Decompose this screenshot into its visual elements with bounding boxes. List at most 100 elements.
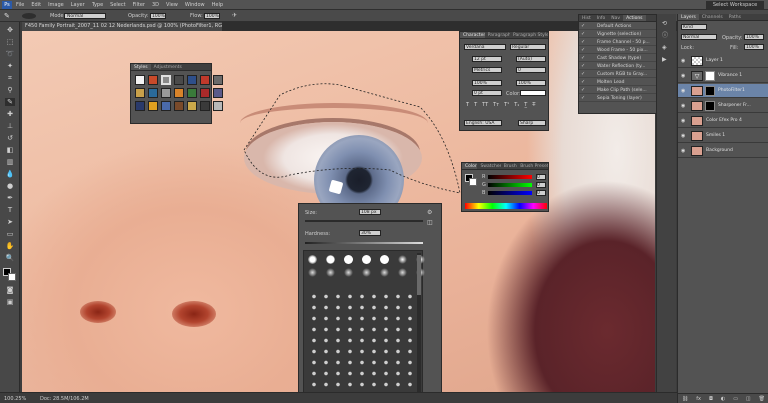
layer-row[interactable]: ◉ PhotoFilter1: [678, 84, 768, 98]
style-swatch[interactable]: [200, 88, 210, 98]
shape-tool-icon[interactable]: ▭: [5, 230, 15, 238]
quick-mask-icon[interactable]: ◙: [5, 286, 15, 294]
style-swatch[interactable]: [135, 101, 145, 111]
brush-preset[interactable]: [326, 255, 335, 264]
scrollbar-thumb[interactable]: [417, 255, 421, 295]
style-swatch[interactable]: [174, 101, 184, 111]
hand-tool-icon[interactable]: ✋: [5, 242, 15, 250]
style-swatch[interactable]: [200, 75, 210, 85]
fill-field[interactable]: 100%: [744, 44, 764, 50]
style-swatch[interactable]: [148, 88, 158, 98]
brush-preset-grid-more[interactable]: [308, 291, 416, 395]
layer-mask[interactable]: [705, 86, 715, 96]
checkmark-icon[interactable]: ✓: [581, 80, 586, 85]
font-size-field[interactable]: 12 pt: [472, 56, 502, 62]
antialias-select[interactable]: Sharp: [518, 120, 546, 126]
brush-size-field[interactable]: 108 px: [359, 209, 381, 215]
tab-info[interactable]: Info: [594, 15, 609, 21]
checkmark-icon[interactable]: ✓: [581, 56, 586, 61]
info-panel-icon[interactable]: ⓘ: [662, 32, 672, 40]
color-ramp[interactable]: [465, 203, 547, 209]
mode-select[interactable]: Normal: [64, 13, 106, 19]
menu-window[interactable]: Window: [185, 2, 205, 8]
checkmark-icon[interactable]: ✓: [581, 32, 586, 37]
red-slider[interactable]: [488, 175, 532, 179]
list-item[interactable]: ✓ Vignette (selection): [579, 31, 657, 38]
style-swatch[interactable]: [174, 75, 184, 85]
checkmark-icon[interactable]: ✓: [581, 48, 586, 53]
actions-panel-icon[interactable]: ▶: [662, 56, 672, 64]
brush-tool-icon[interactable]: ✎: [4, 12, 14, 20]
layer-row[interactable]: ◉ Color Efex Pro 4: [678, 114, 768, 128]
group-icon[interactable]: ▭: [733, 396, 738, 402]
gradient-tool-icon[interactable]: ▥: [5, 158, 15, 166]
tab-brush[interactable]: Brush: [501, 163, 517, 169]
new-layer-icon[interactable]: ◫: [746, 396, 751, 402]
tracking-field[interactable]: 0: [516, 67, 546, 73]
menu-help[interactable]: Help: [212, 2, 223, 8]
baseline-field[interactable]: 0 pt: [472, 90, 502, 96]
tab-paths[interactable]: Paths: [726, 14, 744, 20]
tab-actions[interactable]: Actions: [623, 15, 646, 21]
scrollbar[interactable]: [417, 253, 421, 397]
brush-preset[interactable]: [362, 255, 371, 264]
hardness-slider[interactable]: [305, 242, 423, 244]
new-preset-icon[interactable]: ◫: [427, 219, 435, 227]
tab-history[interactable]: Hist: [579, 15, 594, 21]
checkmark-icon[interactable]: ✓: [581, 40, 586, 45]
blend-mode-select[interactable]: Normal: [681, 34, 717, 40]
style-swatch[interactable]: [148, 101, 158, 111]
style-swatch[interactable]: [161, 75, 171, 85]
style-swatch[interactable]: [213, 75, 223, 85]
opacity-field[interactable]: 100%: [150, 13, 166, 19]
small-caps-icon[interactable]: Tт: [493, 102, 499, 108]
layer-row[interactable]: ◉ ▽ Vibrance 1: [678, 69, 768, 83]
airbrush-icon[interactable]: ✈: [232, 12, 240, 20]
green-field[interactable]: 0: [536, 182, 546, 188]
brush-preset[interactable]: [380, 255, 389, 264]
superscript-icon[interactable]: T¹: [504, 102, 509, 108]
style-swatch[interactable]: [187, 88, 197, 98]
adjustment-layer-icon[interactable]: ◐: [721, 396, 725, 402]
strikethrough-icon[interactable]: T̶: [532, 102, 535, 108]
style-swatch[interactable]: [161, 88, 171, 98]
pen-tool-icon[interactable]: ✒: [5, 194, 15, 202]
list-item[interactable]: ✓ Frame Channel - 50 p...: [579, 39, 657, 46]
menu-3d[interactable]: 3D: [152, 2, 159, 8]
layer-opacity-field[interactable]: 100%: [744, 34, 764, 40]
background-color-swatch[interactable]: [8, 273, 16, 281]
flow-field[interactable]: 100%: [204, 13, 220, 19]
style-swatch[interactable]: [200, 101, 210, 111]
document-tab[interactable]: F450 Family Portrait_2007_11 02 12 Neder…: [22, 22, 222, 31]
language-select[interactable]: English: USA: [464, 120, 502, 126]
tab-adjustments[interactable]: Adjustments: [151, 64, 185, 70]
brush-preset-picker[interactable]: [22, 13, 36, 19]
list-item[interactable]: ✓ Sepia Toning (layer): [579, 95, 657, 102]
type-tool-icon[interactable]: T: [5, 206, 15, 214]
tab-styles[interactable]: Styles: [131, 64, 151, 70]
checkmark-icon[interactable]: ✓: [581, 72, 586, 77]
tab-paragraph-styles[interactable]: Paragraph Styles: [510, 32, 548, 38]
tab-character[interactable]: Character: [460, 32, 485, 38]
style-swatch[interactable]: [148, 75, 158, 85]
dodge-tool-icon[interactable]: ●: [5, 182, 15, 190]
eye-icon[interactable]: ◉: [681, 103, 687, 109]
style-swatch[interactable]: [213, 101, 223, 111]
history-panel-icon[interactable]: ⟲: [662, 20, 672, 28]
brush-preset[interactable]: [326, 268, 335, 277]
leading-field[interactable]: (Auto): [516, 56, 546, 62]
list-item[interactable]: ✓ Wood Frame - 50 pix...: [579, 47, 657, 54]
all-caps-icon[interactable]: TT: [482, 102, 488, 108]
style-swatch[interactable]: [161, 101, 171, 111]
layer-filter-select[interactable]: Kind: [681, 24, 707, 30]
style-swatch[interactable]: [213, 88, 223, 98]
menu-type[interactable]: Type: [92, 2, 103, 8]
font-family-select[interactable]: Verdana: [464, 44, 506, 50]
brush-preset[interactable]: [344, 255, 353, 264]
fx-icon[interactable]: fx: [696, 396, 701, 402]
menu-layer[interactable]: Layer: [71, 2, 85, 8]
gear-icon[interactable]: ⚙: [427, 209, 435, 217]
brush-preset[interactable]: [362, 268, 371, 277]
tab-navigator[interactable]: Nav: [608, 15, 623, 21]
menu-image[interactable]: Image: [48, 2, 64, 8]
